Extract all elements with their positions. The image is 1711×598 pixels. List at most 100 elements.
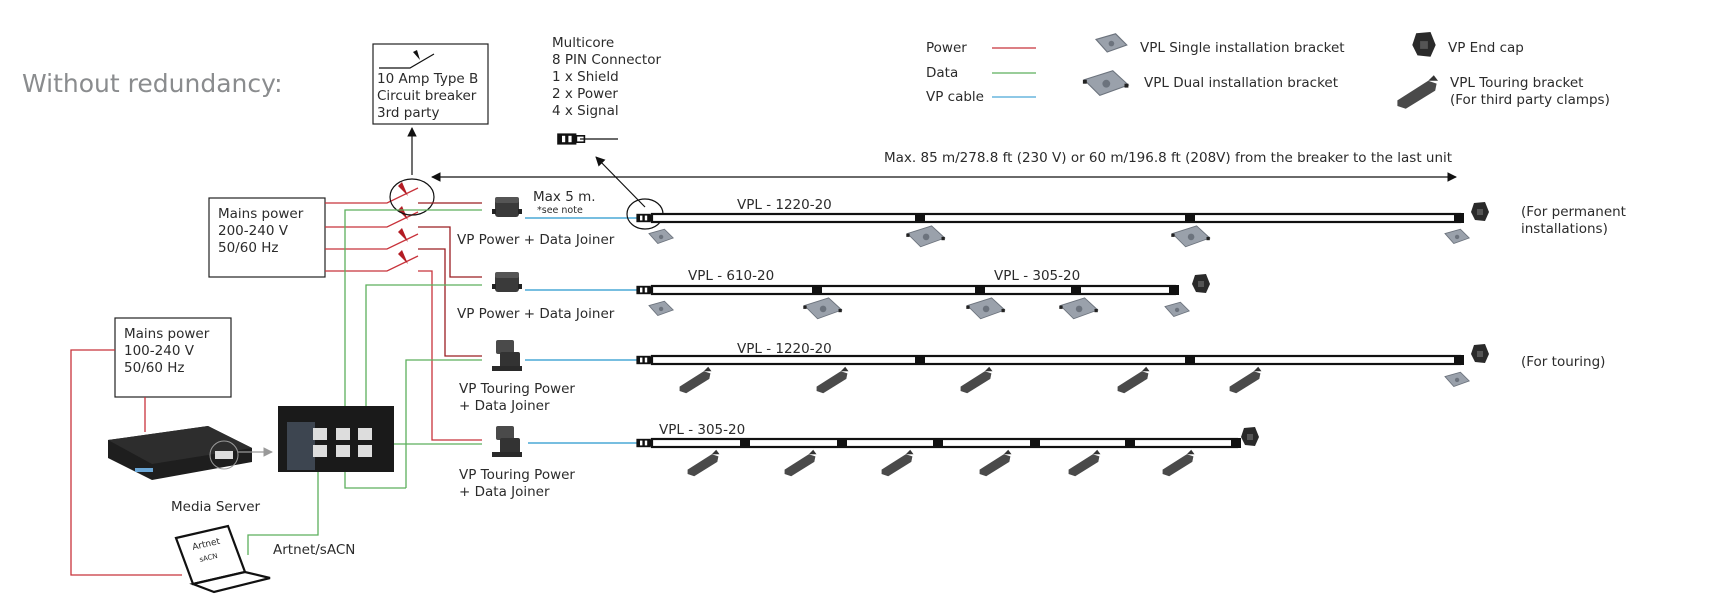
multicore-line-1: Multicore	[552, 35, 614, 51]
single-bracket-icon	[648, 300, 674, 317]
connector-pointer-arrow	[595, 156, 646, 208]
legend-end-cap: VP End cap	[1448, 40, 1524, 56]
mains-power-230v: Mains power 200-240 V 50/60 Hz	[208, 197, 326, 278]
fixture-joint	[933, 438, 943, 448]
single-bracket-icon	[1095, 33, 1128, 53]
permanent-note-1: (For permanent	[1521, 204, 1626, 220]
multicore-info: Multicore 8 PIN Connector 1 x Shield 2 x…	[552, 35, 661, 146]
touring-bracket-icon	[784, 449, 817, 477]
touring-bracket-icon	[1117, 366, 1150, 394]
power-data-joiner-2	[492, 272, 522, 292]
joiner-3-label2: + Data Joiner	[459, 398, 550, 414]
dual-bracket-icon	[1082, 70, 1130, 97]
fixture-bar-row-1	[650, 212, 1462, 224]
touring-bracket-icon	[816, 366, 849, 394]
legend-dual-bracket: VPL Dual installation bracket	[1144, 75, 1338, 91]
joiner-4-label: VP Touring Power	[459, 467, 575, 483]
fixture-joint	[740, 438, 750, 448]
mains-low-line-2: 100-240 V	[124, 343, 195, 359]
legend: Power Data VP cable VPL Single installat…	[926, 32, 1610, 109]
legend-power-label: Power	[926, 40, 967, 56]
max-distance-label: Max. 85 m/278.8 ft (230 V) or 60 m/196.8…	[884, 150, 1452, 166]
touring-note: (For touring)	[1521, 354, 1605, 370]
touring-bracket-icon	[679, 366, 712, 394]
fixture-joint	[1071, 285, 1081, 295]
breaker-switches	[325, 178, 435, 272]
mains-power-120v: Mains power 100-240 V 50/60 Hz	[114, 317, 232, 398]
mains-high-line-1: Mains power	[218, 206, 304, 222]
touring-bracket-icon	[881, 449, 914, 477]
end-cap-icon	[1192, 274, 1210, 293]
single-bracket-icon	[1164, 301, 1190, 318]
fixture-joint	[837, 438, 847, 448]
multicore-line-3: 1 x Shield	[552, 69, 619, 85]
single-bracket-icon	[1444, 228, 1470, 245]
mains-high-line-3: 50/60 Hz	[218, 240, 278, 256]
row-3-fixture-label: VPL - 1220-20	[737, 341, 832, 357]
fixture-joint	[812, 285, 822, 295]
network-switch	[278, 406, 394, 472]
row-4-fixture-label: VPL - 305-20	[659, 422, 745, 438]
laptop: Artnet sACN	[174, 524, 271, 594]
touring-joiner-1	[492, 340, 522, 371]
fixture-joint	[915, 213, 925, 223]
breaker-line-3: 3rd party	[377, 105, 439, 121]
fixture-joint	[975, 285, 985, 295]
permanent-note-2: installations)	[1521, 221, 1608, 237]
fixture-joint	[915, 355, 925, 365]
mains-low-line-1: Mains power	[124, 326, 210, 342]
max-5m-label: Max 5 m.	[533, 189, 596, 205]
media-server-label: Media Server	[171, 499, 261, 515]
power-data-joiner-1	[492, 197, 522, 217]
end-cap-icon	[1471, 202, 1489, 221]
circuit-breaker-box: 10 Amp Type B Circuit breaker 3rd party	[372, 43, 489, 125]
dual-bracket-icon	[1170, 225, 1211, 248]
see-note-label: *see note	[537, 205, 583, 216]
multicore-line-5: 4 x Signal	[552, 103, 619, 119]
media-server	[108, 426, 273, 480]
fixture-bar-row-4	[650, 437, 1239, 449]
fixture-bar-row-2	[650, 284, 1177, 296]
touring-bracket-icon	[960, 366, 993, 394]
touring-bracket-icon	[1229, 366, 1262, 394]
joiner-3-label: VP Touring Power	[459, 381, 575, 397]
end-cap-icon	[1471, 344, 1489, 363]
breaker-line-2: Circuit breaker	[377, 88, 477, 104]
dual-bracket-icon	[1058, 297, 1099, 320]
wiring-diagram: Without redundancy: 10 Amp Type B Circui…	[22, 32, 1626, 594]
row-2-fixture-label-1: VPL - 610-20	[688, 268, 774, 284]
mains-high-line-2: 200-240 V	[218, 223, 289, 239]
row-2-fixture-label-2: VPL - 305-20	[994, 268, 1080, 284]
legend-data-label: Data	[926, 65, 958, 81]
multicore-line-2: 8 PIN Connector	[552, 52, 661, 68]
dual-bracket-icon	[965, 297, 1006, 320]
single-bracket-icon	[648, 228, 674, 245]
end-cap-icon	[1412, 32, 1436, 57]
fixture-joint	[1231, 438, 1241, 448]
fixture-bar-row-3	[650, 354, 1462, 366]
artnet-sacn-label: Artnet/sACN	[273, 542, 355, 558]
joiner-1-label: VP Power + Data Joiner	[457, 232, 615, 248]
touring-bracket-icon	[1068, 449, 1101, 477]
touring-joiner-2	[492, 426, 522, 457]
breaker-line-1: 10 Amp Type B	[377, 71, 478, 87]
fixture-joint	[1169, 285, 1179, 295]
dual-bracket-icon	[905, 225, 946, 248]
multicore-line-4: 2 x Power	[552, 86, 618, 102]
row-1-fixture-label: VPL - 1220-20	[737, 197, 832, 213]
fixture-joint	[1185, 213, 1195, 223]
joiner-2-label: VP Power + Data Joiner	[457, 306, 615, 322]
fixture-joint	[1454, 213, 1464, 223]
legend-touring-bracket-note: (For third party clamps)	[1450, 92, 1610, 108]
fixture-joint	[1030, 438, 1040, 448]
touring-bracket-icon	[1397, 75, 1438, 109]
joiner-4-label2: + Data Joiner	[459, 484, 550, 500]
fixture-rows	[635, 202, 1489, 477]
mains-low-line-3: 50/60 Hz	[124, 360, 184, 376]
fixture-joint	[1125, 438, 1135, 448]
legend-vpcable-label: VP cable	[926, 89, 984, 105]
end-cap-icon	[1241, 427, 1259, 446]
dual-bracket-icon	[802, 297, 843, 320]
page-title: Without redundancy:	[22, 69, 283, 98]
single-bracket-icon	[1444, 371, 1470, 388]
